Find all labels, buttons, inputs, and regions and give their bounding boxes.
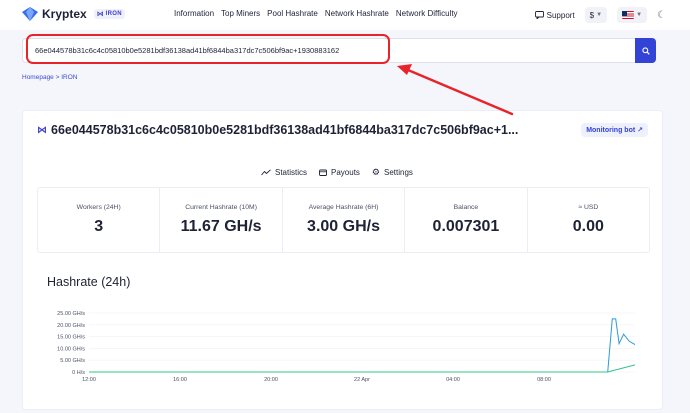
nav-information[interactable]: Information — [174, 9, 214, 18]
x-tick-label: 04:00 — [446, 377, 460, 383]
brand-logo[interactable]: Kryptex ⋈ IRON — [22, 7, 125, 21]
coin-badge: ⋈ IRON — [93, 9, 125, 19]
search-icon — [641, 46, 650, 55]
support-link[interactable]: Support — [534, 10, 575, 20]
x-tick-label: 12:00 — [82, 377, 96, 383]
iron-coin-icon: ⋈ — [96, 11, 104, 18]
hashrate-chart: 0 H/s 5.00 GH/s 10.00 GH/s 15.00 GH/s 20.00 … — [57, 311, 636, 383]
support-label: Support — [546, 10, 575, 20]
kryptex-logo-icon — [22, 7, 38, 21]
currency-value: $ — [589, 10, 595, 20]
average-series-line — [89, 364, 636, 373]
support-chat-icon — [534, 11, 544, 19]
y-tick-label: 0 H/s — [72, 370, 85, 376]
coin-badge-label: IRON — [105, 11, 122, 17]
y-tick-label: 15.00 GH/s — [57, 335, 85, 341]
y-tick-label: 5.00 GH/s — [60, 358, 85, 364]
search-highlight-outline — [26, 34, 390, 64]
nav-network-hashrate[interactable]: Network Hashrate — [325, 9, 389, 18]
nav-top-miners[interactable]: Top Miners — [221, 9, 260, 18]
y-tick-label: 20.00 GH/s — [57, 323, 85, 329]
hashrate-series-line — [89, 318, 636, 373]
top-header: Kryptex ⋈ IRON Information Top Miners Po… — [0, 0, 690, 30]
header-actions: Support $ ▼ ▼ ☾ — [534, 7, 666, 23]
wallet-card: ⋈ 66e044578b31c6c4c05810b0e5281bdf36138a… — [22, 110, 663, 410]
y-tick-label: 25.00 GH/s — [57, 311, 85, 317]
x-tick-label: 08:00 — [537, 377, 551, 383]
y-tick-label: 10.00 GH/s — [57, 346, 85, 352]
moon-icon[interactable]: ☾ — [657, 10, 666, 21]
brand-name: Kryptex — [42, 7, 87, 21]
search-button[interactable] — [635, 38, 656, 63]
chevron-down-icon: ▼ — [636, 12, 643, 18]
nav-network-difficulty[interactable]: Network Difficulty — [396, 9, 458, 18]
chevron-down-icon: ▼ — [596, 12, 603, 18]
x-tick-label: 20:00 — [264, 377, 278, 383]
us-flag-icon — [622, 11, 635, 19]
main-nav: Information Top Miners Pool Hashrate Net… — [174, 9, 458, 18]
nav-pool-hashrate[interactable]: Pool Hashrate — [267, 9, 318, 18]
language-select[interactable]: ▼ — [617, 7, 648, 23]
x-tick-label: 22 Apr — [354, 377, 370, 383]
breadcrumb[interactable]: Homepage > IRON — [22, 74, 77, 81]
x-tick-label: 16:00 — [173, 377, 187, 383]
currency-select[interactable]: $ ▼ — [584, 7, 608, 23]
